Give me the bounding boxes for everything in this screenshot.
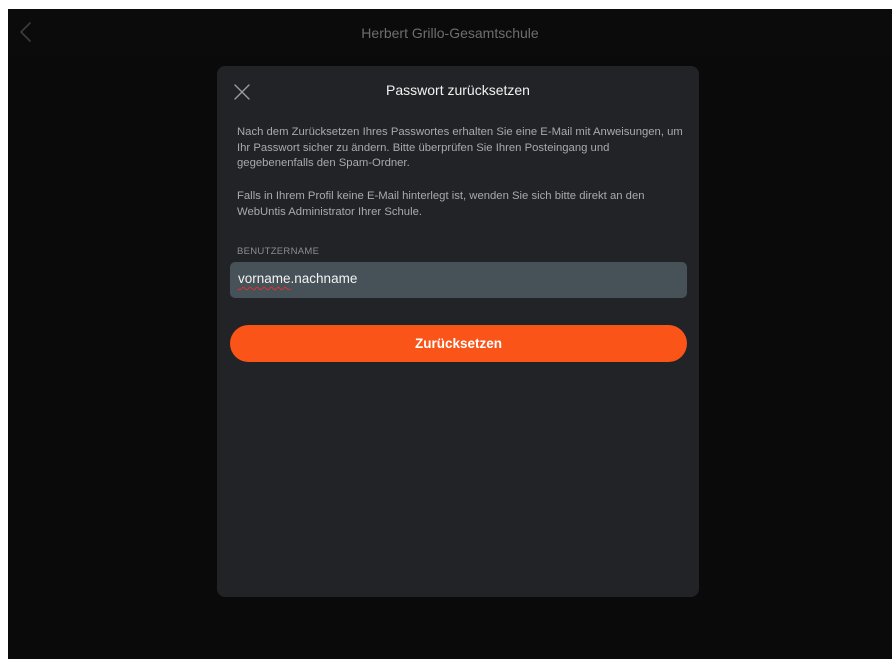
reset-password-dialog: Passwort zurücksetzen Nach dem Zurückset…: [217, 66, 699, 597]
username-label: BENUTZERNAME: [237, 246, 320, 257]
username-input[interactable]: vorname.nachname: [230, 262, 687, 298]
top-bar: Herbert Grillo-Gesamtschule: [8, 9, 892, 57]
admin-contact-text: Falls in Ihrem Profil keine E-Mail hinte…: [237, 190, 645, 218]
username-value-part2: .nachname: [290, 271, 358, 286]
reset-button[interactable]: Zurücksetzen: [230, 325, 687, 362]
dialog-title: Passwort zurücksetzen: [386, 82, 530, 98]
username-value-part1: vorname: [238, 271, 291, 286]
instructions-text: Nach dem Zurücksetzen Ihres Passwortes e…: [237, 126, 683, 170]
app-screen: Herbert Grillo-Gesamtschule Passwort zur…: [8, 9, 892, 659]
school-title: Herbert Grillo-Gesamtschule: [361, 25, 539, 41]
